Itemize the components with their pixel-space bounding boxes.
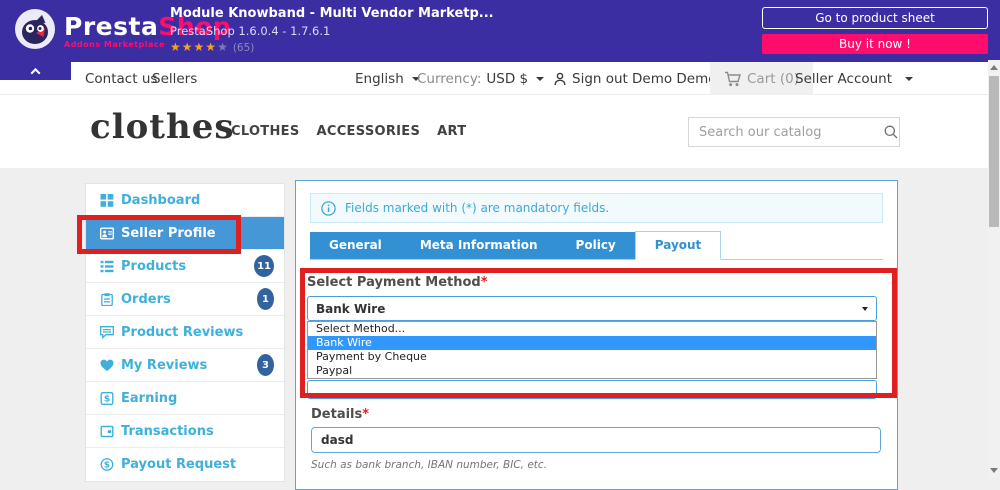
selected-payment-method: Bank Wire xyxy=(316,302,385,316)
star-icon xyxy=(194,40,205,54)
chevron-up-icon xyxy=(31,67,41,77)
module-info: Module Knowband - Multi Vendor Marketp..… xyxy=(170,6,494,54)
sidebar-item-orders[interactable]: Orders 1 xyxy=(86,283,284,316)
sidebar-item-payout-request[interactable]: $ Payout Request xyxy=(86,448,284,481)
page-scrollbar[interactable] xyxy=(988,60,1000,478)
payment-method-section: Select Payment Method* Bank Wire Select … xyxy=(307,275,886,399)
option-paypal[interactable]: Paypal xyxy=(308,364,876,378)
language-selector[interactable]: English xyxy=(355,62,420,95)
orders-count-badge: 1 xyxy=(257,288,274,310)
menu-item-clothes[interactable]: CLOTHES xyxy=(231,124,300,139)
sidebar-item-transactions[interactable]: Transactions xyxy=(86,415,284,448)
currency-selector[interactable]: Currency:USD $ xyxy=(417,62,544,95)
user-icon xyxy=(553,72,567,86)
products-count-badge: 11 xyxy=(254,255,274,277)
store-menu: CLOTHES ACCESSORIES ART xyxy=(231,95,466,168)
alert-text: Fields marked with (*) are mandatory fie… xyxy=(345,201,609,215)
svg-text:$: $ xyxy=(104,394,110,404)
details-input[interactable] xyxy=(311,427,881,453)
buy-it-now-button[interactable]: Buy it now ! xyxy=(762,34,988,54)
seller-sidebar: Dashboard Seller Profile Products 11 Ord… xyxy=(85,183,285,482)
star-icon xyxy=(182,40,193,54)
dollar-square-icon: $ xyxy=(100,391,115,405)
sidebar-item-product-reviews[interactable]: Product Reviews xyxy=(86,316,284,349)
scrollbar-thumb[interactable] xyxy=(989,76,999,227)
rating-count: (65) xyxy=(233,42,255,54)
id-card-icon xyxy=(100,226,115,240)
profile-tabs: General Meta Information Policy Payout xyxy=(310,231,883,260)
tab-policy[interactable]: Policy xyxy=(557,232,635,259)
empty-input-field[interactable] xyxy=(307,380,877,399)
addons-banner: PrestaShop Addons Marketplace Module Kno… xyxy=(0,0,1000,62)
menu-item-art[interactable]: ART xyxy=(437,124,466,139)
tab-group: General Meta Information Policy xyxy=(310,232,635,259)
option-select-method[interactable]: Select Method... xyxy=(308,322,876,336)
details-help-text: Such as bank branch, IBAN number, BIC, e… xyxy=(311,459,881,471)
dollar-circle-icon: $ xyxy=(100,458,115,472)
svg-text:$: $ xyxy=(104,461,110,471)
tab-general[interactable]: General xyxy=(310,232,401,259)
shop-top-nav: Contact us Sellers English Currency:USD … xyxy=(0,62,1000,95)
star-icon xyxy=(170,40,181,54)
option-payment-by-cheque[interactable]: Payment by Cheque xyxy=(308,350,876,364)
chevron-down-icon xyxy=(536,77,544,81)
catalog-search xyxy=(688,117,900,147)
sidebar-item-my-reviews[interactable]: My Reviews 3 xyxy=(86,349,284,382)
search-input[interactable] xyxy=(689,125,879,140)
store-logo[interactable]: clothes xyxy=(90,107,235,147)
star-icon xyxy=(205,40,216,54)
star-empty-icon xyxy=(217,40,228,54)
my-reviews-count-badge: 3 xyxy=(257,354,274,376)
sign-out-link[interactable]: Sign out xyxy=(553,62,628,95)
user-name-link[interactable]: Demo Demo xyxy=(632,62,717,95)
sidebar-item-seller-profile[interactable]: Seller Profile xyxy=(86,217,284,250)
chevron-down-icon xyxy=(905,77,913,81)
cart-icon xyxy=(724,71,742,87)
search-icon[interactable] xyxy=(879,124,909,140)
payment-method-label: Select Payment Method* xyxy=(307,275,886,290)
rating: (65) xyxy=(170,41,494,54)
card-icon xyxy=(100,424,115,438)
seller-profile-panel: Fields marked with (*) are mandatory fie… xyxy=(295,180,898,490)
module-version: PrestaShop 1.6.0.4 - 1.7.6.1 xyxy=(170,24,494,38)
clipboard-icon xyxy=(100,292,115,306)
scroll-up-arrow[interactable] xyxy=(990,65,998,70)
sidebar-item-dashboard[interactable]: Dashboard xyxy=(86,184,284,217)
collapse-banner-button[interactable] xyxy=(0,62,71,80)
menu-item-accessories[interactable]: ACCESSORIES xyxy=(317,124,421,139)
list-icon xyxy=(100,259,115,273)
option-bank-wire[interactable]: Bank Wire xyxy=(308,336,876,350)
details-label: Details* xyxy=(311,407,881,422)
payment-method-select[interactable]: Bank Wire xyxy=(307,296,877,321)
details-section: Details* Such as bank branch, IBAN numbe… xyxy=(311,407,881,471)
module-title: Module Knowband - Multi Vendor Marketp..… xyxy=(170,6,494,21)
comment-icon xyxy=(100,325,115,339)
info-icon xyxy=(321,201,336,216)
select-arrow-icon xyxy=(862,307,868,311)
tab-meta-information[interactable]: Meta Information xyxy=(401,232,557,259)
store-header: clothes CLOTHES ACCESSORIES ART xyxy=(0,95,1000,168)
contact-us-link[interactable]: Contact us xyxy=(85,62,157,95)
payment-method-dropdown: Select Method... Bank Wire Payment by Ch… xyxy=(307,321,877,379)
dashboard-icon xyxy=(100,193,115,207)
tab-payout[interactable]: Payout xyxy=(635,231,722,260)
banner-actions: Go to product sheet Buy it now ! xyxy=(762,7,988,54)
seller-account-menu[interactable]: Seller Account xyxy=(795,62,913,95)
go-to-product-sheet-button[interactable]: Go to product sheet xyxy=(762,7,988,29)
mandatory-fields-alert: Fields marked with (*) are mandatory fie… xyxy=(310,193,883,223)
heart-icon xyxy=(100,358,115,372)
scroll-down-arrow[interactable] xyxy=(990,468,998,473)
sidebar-item-earning[interactable]: $ Earning xyxy=(86,382,284,415)
sidebar-item-products[interactable]: Products 11 xyxy=(86,250,284,283)
prestashop-mascot-icon xyxy=(14,8,56,54)
sellers-link[interactable]: Sellers xyxy=(152,62,197,95)
